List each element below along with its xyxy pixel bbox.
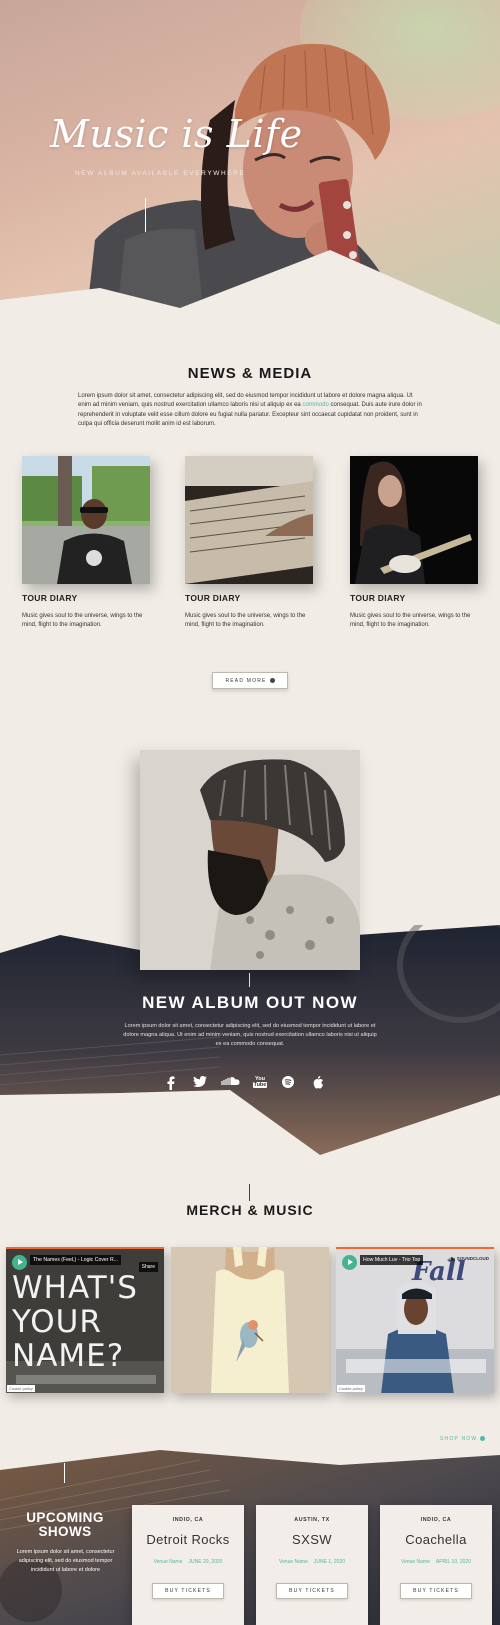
artwork-line: NAME? [12, 1338, 125, 1374]
shows-description: Lorem ipsum dolor sit amet, consectetur … [16, 1549, 115, 1573]
artwork-text: WHAT'S YOUR NAME? [12, 1271, 162, 1373]
show-date: JUNE 1, 2020 [313, 1559, 346, 1565]
news-card-title[interactable]: TOUR DIARY [350, 593, 478, 603]
news-card-title[interactable]: TOUR DIARY [185, 593, 313, 603]
buy-tickets-label: BUY TICKETS [413, 1588, 459, 1594]
spotify-icon[interactable] [282, 1076, 294, 1090]
buy-tickets-label: BUY TICKETS [165, 1588, 211, 1594]
show-venue[interactable]: Venue Name [154, 1559, 183, 1565]
soundcloud-player[interactable]: Fall How Much Luv - Trio Top SOUNDCLOUD … [336, 1247, 494, 1393]
show-meta: Venue Name JUNE 20, 2020 [132, 1559, 244, 1565]
merch-tank-top[interactable] [171, 1247, 329, 1393]
show-location: INDIO, CA [172, 1517, 204, 1523]
show-venue[interactable]: Venue Name [279, 1559, 308, 1565]
show-venue[interactable]: Venue Name [401, 1559, 430, 1565]
soundcloud-icon[interactable] [220, 1076, 240, 1090]
waveform[interactable] [16, 1375, 156, 1384]
cookie-policy-link[interactable]: Cookie policy [7, 1385, 35, 1392]
apple-icon[interactable] [313, 1076, 324, 1090]
album-cover[interactable] [140, 750, 360, 970]
youtube-icon[interactable]: You Tube [253, 1076, 267, 1090]
facebook-icon[interactable] [167, 1076, 175, 1090]
share-label: Share [141, 1264, 155, 1270]
merch-title: MERCH & MUSIC [186, 1202, 314, 1218]
show-date: APRIL 10, 2020 [435, 1559, 472, 1565]
read-more-label: READ MORE [225, 677, 267, 684]
soundcloud-player[interactable]: WHAT'S YOUR NAME? The Names (Feel,) - Lo… [6, 1247, 164, 1393]
news-card[interactable]: TOUR DIARY Music gives soul to the unive… [22, 456, 150, 630]
artwork-line: YOUR [12, 1304, 102, 1340]
soundcloud-logo[interactable]: SOUNDCLOUD [447, 1256, 489, 1262]
album-divider [249, 973, 250, 987]
cookie-policy-link[interactable]: Cookie policy [337, 1385, 365, 1392]
show-meta: Venue Name JUNE 1, 2020 [256, 1559, 368, 1565]
hero-mountain-divider [0, 250, 500, 330]
news-card-title[interactable]: TOUR DIARY [22, 593, 150, 603]
news-card-image[interactable] [350, 456, 478, 584]
album-description: Lorem ipsum dolor sit amet, consectetur … [123, 1023, 377, 1047]
news-title: NEWS & MEDIA [187, 365, 313, 382]
track-title[interactable]: How Much Luv - Trio Top [360, 1255, 424, 1265]
twitter-icon[interactable] [193, 1076, 207, 1090]
news-card[interactable]: TOUR DIARY Music gives soul to the unive… [350, 456, 478, 630]
news-intro: Lorem ipsum dolor sit amet, consectetur … [78, 392, 423, 429]
shows-divider [64, 1463, 65, 1483]
news-card-text: Music gives soul to the universe, wings … [185, 613, 306, 628]
news-card[interactable]: TOUR DIARY Music gives soul to the unive… [185, 456, 313, 630]
buy-tickets-button[interactable]: BUY TICKETS [276, 1583, 348, 1599]
shows-title: UPCOMING SHOWS [26, 1510, 104, 1539]
show-name: Detroit Rocks [146, 1532, 230, 1547]
buy-tickets-label: BUY TICKETS [289, 1588, 335, 1594]
read-more-button[interactable]: READ MORE [212, 672, 288, 689]
buy-tickets-button[interactable]: BUY TICKETS [400, 1583, 472, 1599]
show-card: AUSTIN, TX SXSW Venue Name JUNE 1, 2020 B… [256, 1505, 368, 1625]
show-date: JUNE 20, 2020 [188, 1559, 223, 1565]
news-card-text: Music gives soul to the universe, wings … [22, 613, 143, 628]
show-location: INDIO, CA [420, 1517, 452, 1523]
soundcloud-icon [448, 1256, 456, 1262]
show-location: AUSTIN, TX [294, 1517, 330, 1523]
show-name: Coachella [405, 1532, 467, 1547]
show-card: INDIO, CA Coachella Venue Name APRIL 10, … [380, 1505, 492, 1625]
news-card-text: Music gives soul to the universe, wings … [350, 613, 471, 628]
merch-divider [249, 1184, 250, 1201]
show-meta: Venue Name APRIL 10, 2020 [380, 1559, 492, 1565]
show-name: SXSW [292, 1532, 332, 1547]
show-card: INDIO, CA Detroit Rocks Venue Name JUNE 2… [132, 1505, 244, 1625]
hero-section: Music is Life NEW ALBUM AVAILABLE EVERYW… [0, 0, 500, 330]
news-card-image[interactable] [185, 456, 313, 584]
soundcloud-brand-label: SOUNDCLOUD [456, 1256, 489, 1261]
play-icon[interactable] [342, 1255, 357, 1270]
social-links: You Tube [160, 1076, 340, 1092]
news-intro-link[interactable]: commodo [302, 402, 328, 408]
album-title: NEW ALBUM OUT NOW [142, 993, 358, 1012]
artwork-line: WHAT'S [12, 1270, 138, 1306]
buy-tickets-button[interactable]: BUY TICKETS [152, 1583, 224, 1599]
track-title[interactable]: The Names (Feel,) - Logic Cover R... [30, 1255, 122, 1265]
arrow-circle-icon [269, 678, 275, 683]
news-card-image[interactable] [22, 456, 150, 584]
share-button[interactable]: Share [138, 1262, 158, 1272]
play-icon[interactable] [12, 1255, 27, 1270]
